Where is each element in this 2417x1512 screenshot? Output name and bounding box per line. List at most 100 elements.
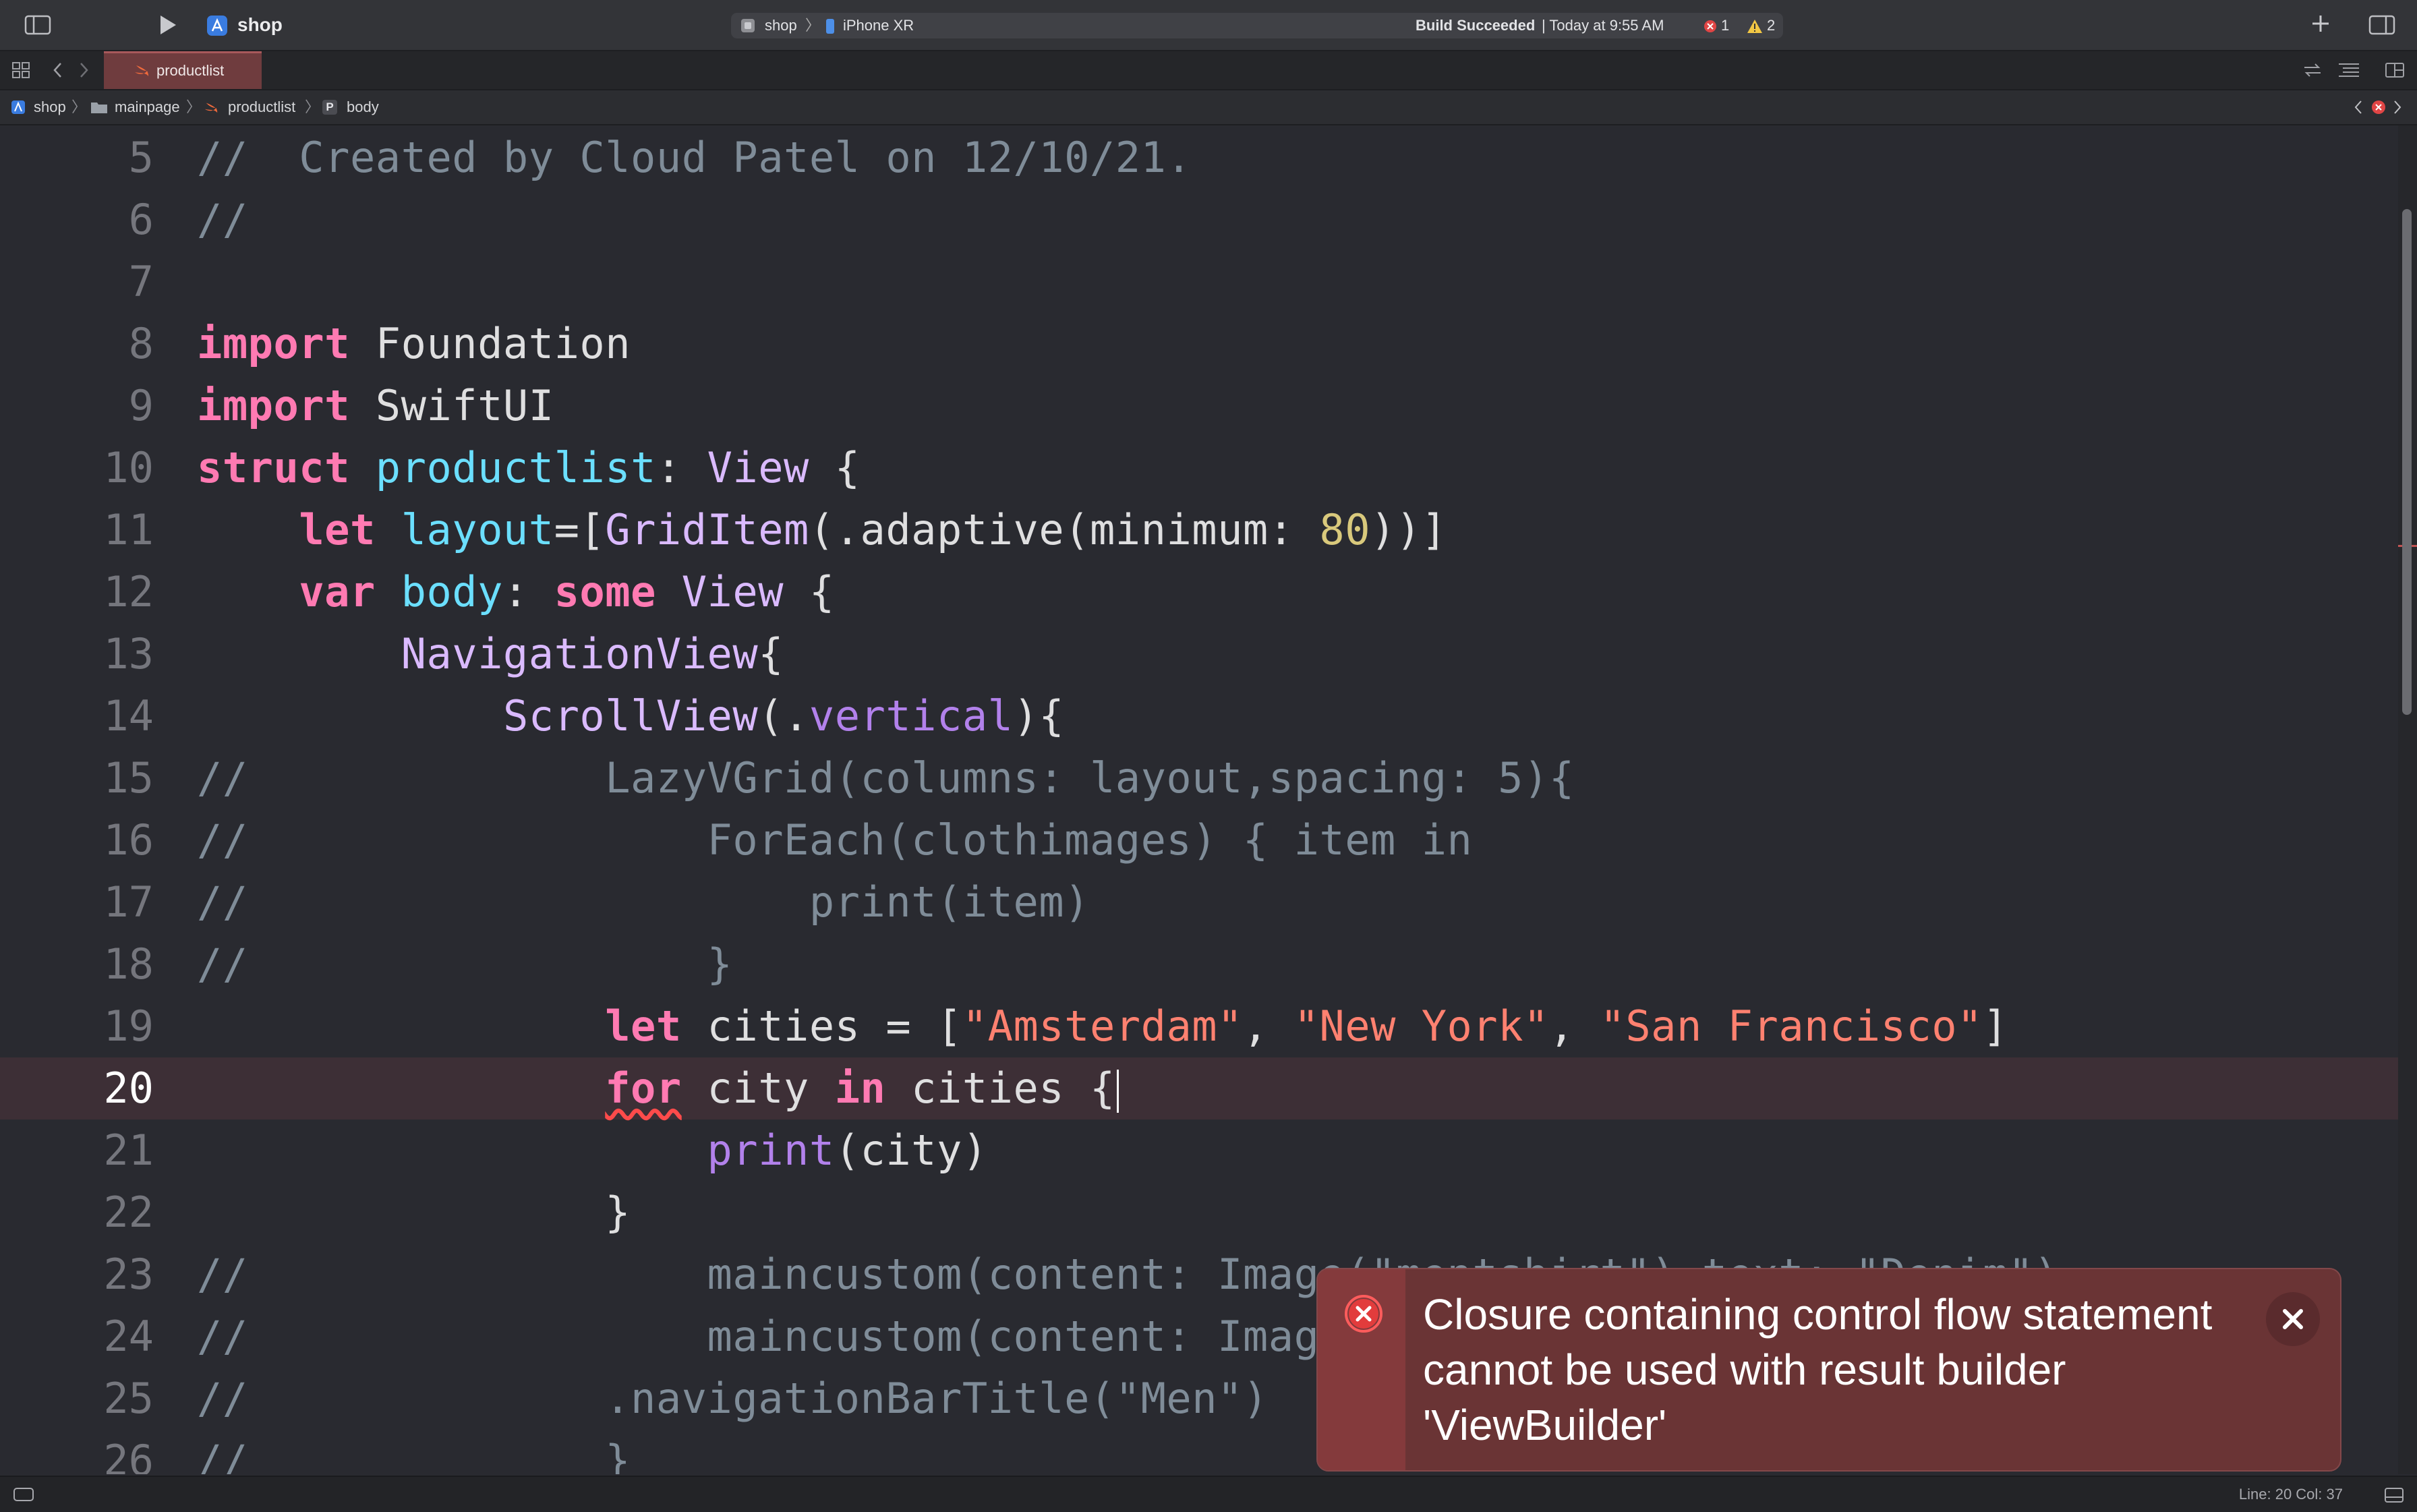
- line-number: 6: [128, 195, 154, 244]
- line-number: 9: [128, 381, 154, 430]
- code-text: // .navigationBarTitle("Men"): [197, 1374, 1269, 1423]
- code-text: var body: some View {: [299, 567, 835, 616]
- sidebar-toggle-icon[interactable]: [24, 15, 51, 35]
- warning-count-icon[interactable]: [1747, 19, 1763, 34]
- code-line[interactable]: 6 //: [0, 189, 2398, 251]
- code-text: NavigationView{: [401, 629, 784, 678]
- editor-options-icon[interactable]: [2337, 62, 2360, 78]
- tab-productlist[interactable]: productlist: [104, 51, 262, 89]
- error-icon: [1343, 1293, 1384, 1334]
- project-icon: [11, 100, 26, 115]
- status-bar: Line: 20 Col: 37: [0, 1476, 2417, 1512]
- line-number: 26: [103, 1436, 154, 1474]
- app-icon: [206, 15, 228, 36]
- scheme-name[interactable]: shop: [765, 13, 797, 38]
- grid-icon[interactable]: [12, 62, 30, 78]
- dismiss-error-button[interactable]: [2266, 1292, 2320, 1346]
- code-line[interactable]: 5 // Created by Cloud Patel on 12/10/21.: [0, 127, 2398, 189]
- breadcrumb-item-productlist[interactable]: productlist: [228, 90, 295, 124]
- code-text: // LazyVGrid(columns: layout,spacing: 5)…: [197, 753, 1575, 803]
- destination-name[interactable]: iPhone XR: [843, 13, 914, 38]
- code-line[interactable]: 13 NavigationView{: [0, 623, 2398, 685]
- run-play-icon[interactable]: [158, 13, 178, 36]
- line-number: 16: [103, 815, 154, 865]
- code-text: // Created by Cloud Patel on 12/10/21.: [197, 133, 1192, 182]
- scheme-separator: 〉: [805, 17, 821, 34]
- code-text: // }: [197, 939, 733, 989]
- error-message-bubble[interactable]: Closure containing control flow statemen…: [1316, 1268, 2341, 1472]
- line-number: 12: [103, 567, 154, 616]
- breadcrumb-separator: 〉: [71, 98, 87, 115]
- breadcrumb-item-body[interactable]: body: [347, 90, 379, 124]
- error-count-icon[interactable]: [1703, 20, 1717, 33]
- error-message-text: Closure containing control flow statemen…: [1423, 1290, 2213, 1449]
- code-line[interactable]: 21 print(city): [0, 1120, 2398, 1182]
- line-number: 23: [103, 1250, 154, 1299]
- line-number: 7: [128, 257, 154, 306]
- code-line[interactable]: 10 struct productlist: View {: [0, 437, 2398, 499]
- breadcrumb-item-shop[interactable]: shop: [34, 90, 66, 124]
- inspector-toggle-icon[interactable]: [2368, 15, 2395, 35]
- code-line[interactable]: 16 // ForEach(clothimages) { item in: [0, 809, 2398, 871]
- code-line[interactable]: 14 ScrollView(.vertical){: [0, 685, 2398, 747]
- line-number: 14: [103, 691, 154, 740]
- refresh-icon[interactable]: [2302, 62, 2323, 78]
- toolbar: shop shop 〉 iPhone XR Build Succeeded | …: [0, 0, 2417, 51]
- forward-chevron-icon[interactable]: [78, 62, 89, 78]
- panel-toggle-icon[interactable]: [2385, 1488, 2404, 1503]
- breadcrumb-separator: 〉: [305, 98, 320, 115]
- code-line[interactable]: 18 // }: [0, 933, 2398, 995]
- code-text: //: [197, 195, 248, 244]
- close-icon: [2283, 1309, 2303, 1329]
- code-line[interactable]: 12 var body: some View {: [0, 561, 2398, 623]
- next-issue-chevron-icon[interactable]: [2393, 100, 2402, 115]
- code-line[interactable]: 17 // print(item): [0, 871, 2398, 933]
- code-text: import Foundation: [197, 319, 631, 368]
- iphone-icon: [825, 18, 835, 34]
- back-chevron-icon[interactable]: [53, 62, 63, 78]
- code-line[interactable]: 8 import Foundation: [0, 313, 2398, 375]
- code-line[interactable]: 9 import SwiftUI: [0, 375, 2398, 437]
- code-text: // print(item): [197, 877, 1090, 927]
- build-time: | Today at 9:55 AM: [1542, 17, 1664, 34]
- line-number: 11: [103, 505, 154, 554]
- project-title[interactable]: shop: [237, 0, 283, 50]
- issue-error-icon[interactable]: [2371, 100, 2386, 115]
- line-number: 24: [103, 1312, 154, 1361]
- code-text: struct productlist: View {: [197, 443, 861, 492]
- scheme-and-status-bar: shop 〉 iPhone XR Build Succeeded | Today…: [731, 13, 1783, 38]
- line-number: 21: [103, 1126, 154, 1175]
- add-icon[interactable]: [2310, 13, 2331, 34]
- property-icon: P: [322, 100, 337, 115]
- breadcrumb: shop 〉 mainpage 〉 productlist 〉 P body: [0, 90, 2417, 125]
- split-editor-icon[interactable]: [2385, 62, 2405, 78]
- code-text: // ForEach(clothimages) { item in: [197, 815, 1473, 865]
- swift-file-icon: [134, 63, 150, 78]
- text-cursor: [1116, 1069, 1119, 1113]
- code-editor[interactable]: 5 // Created by Cloud Patel on 12/10/21.…: [0, 125, 2417, 1474]
- tab-bar: productlist: [0, 51, 2417, 90]
- scrollbar-thumb[interactable]: [2402, 209, 2412, 715]
- code-line[interactable]: 15 // LazyVGrid(columns: layout,spacing:…: [0, 747, 2398, 809]
- code-text: print(city): [707, 1126, 988, 1175]
- cursor-position: Line: 20 Col: 37: [2238, 1486, 2343, 1503]
- breadcrumb-separator: 〉: [186, 98, 202, 115]
- code-text: import SwiftUI: [197, 381, 554, 430]
- line-number: 17: [103, 877, 154, 927]
- breadcrumb-item-mainpage[interactable]: mainpage: [115, 90, 180, 124]
- code-line[interactable]: 19 let cities = ["Amsterdam", "New York"…: [0, 995, 2398, 1057]
- prev-issue-chevron-icon[interactable]: [2354, 100, 2363, 115]
- code-line[interactable]: 7: [0, 251, 2398, 313]
- build-status: Build Succeeded: [1416, 17, 1536, 34]
- error-count: 1: [1721, 17, 1730, 34]
- code-line-current[interactable]: 20 for city in cities {: [0, 1057, 2398, 1120]
- code-line[interactable]: 11 let layout=[GridItem(.adaptive(minimu…: [0, 499, 2398, 561]
- scheme-icon: [740, 18, 755, 33]
- warning-count: 2: [1767, 17, 1776, 34]
- line-number: 8: [128, 319, 154, 368]
- code-line[interactable]: 22 }: [0, 1182, 2398, 1244]
- line-number: 22: [103, 1188, 154, 1237]
- code-text: let layout=[GridItem(.adaptive(minimum: …: [299, 505, 1447, 554]
- line-number: 20: [103, 1064, 154, 1113]
- console-toggle-icon[interactable]: [13, 1488, 34, 1501]
